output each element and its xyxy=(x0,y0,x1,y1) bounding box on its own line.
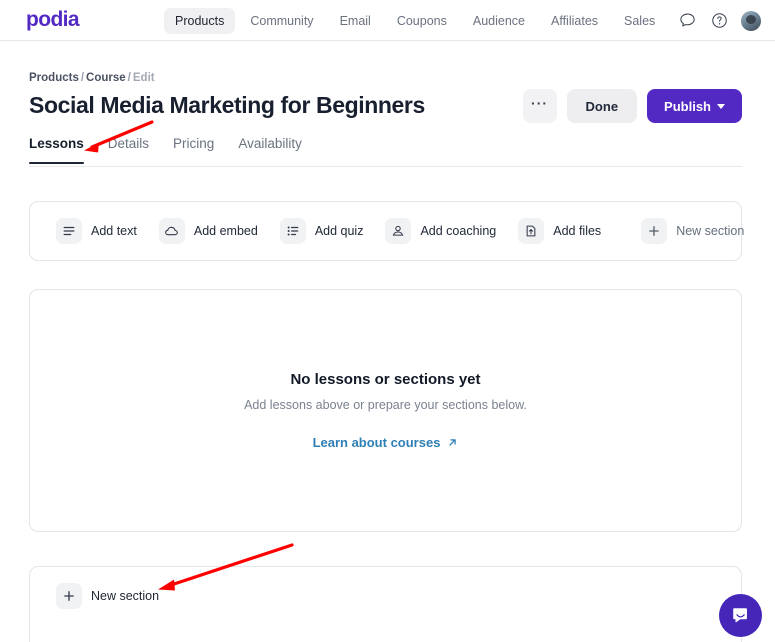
add-embed-button[interactable]: Add embed xyxy=(158,218,258,244)
add-text-button[interactable]: Add text xyxy=(56,218,137,244)
add-files-label: Add files xyxy=(553,224,602,238)
toolbar-new-section-button[interactable]: New section xyxy=(641,218,744,244)
more-options-button[interactable]: ··· xyxy=(522,89,557,123)
toolbar-new-section-label: New section xyxy=(676,224,745,238)
nav-item-products[interactable]: Products xyxy=(164,7,236,34)
breadcrumb-item-edit: Edit xyxy=(132,72,155,84)
file-upload-icon xyxy=(518,218,545,244)
tab-pricing[interactable]: Pricing xyxy=(173,136,214,164)
add-coaching-label: Add coaching xyxy=(420,224,497,238)
bottom-new-section-card: New section xyxy=(29,566,742,642)
chevron-down-icon xyxy=(717,104,725,109)
chat-widget-button[interactable] xyxy=(719,594,762,637)
nav-item-coupons[interactable]: Coupons xyxy=(386,8,458,34)
nav-item-community[interactable]: Community xyxy=(239,8,324,34)
add-quiz-button[interactable]: Add quiz xyxy=(279,218,364,244)
nav-item-audience[interactable]: Audience xyxy=(462,8,536,34)
tab-details[interactable]: Details xyxy=(108,136,149,164)
lessons-empty-state: No lessons or sections yet Add lessons a… xyxy=(29,289,742,532)
tab-lessons[interactable]: Lessons xyxy=(29,136,84,164)
page-title: Social Media Marketing for Beginners xyxy=(29,92,425,118)
external-arrow-icon xyxy=(447,437,458,448)
breadcrumb-item-course[interactable]: Course xyxy=(86,72,126,84)
breadcrumb: Products / Course / Edit xyxy=(29,72,155,85)
chat-bubble-icon[interactable] xyxy=(677,11,697,31)
nav-item-email[interactable]: Email xyxy=(329,8,382,34)
main-nav: Products Community Email Coupons Audienc… xyxy=(164,0,666,41)
header-actions: ··· Done Publish xyxy=(522,89,742,123)
avatar[interactable] xyxy=(741,10,761,31)
breadcrumb-separator: / xyxy=(127,72,131,84)
add-coaching-button[interactable]: Add coaching xyxy=(385,218,496,244)
cloud-icon xyxy=(158,218,185,244)
bottom-new-section-label: New section xyxy=(91,588,160,603)
nav-item-sales[interactable]: Sales xyxy=(613,8,666,34)
app-page: podia Products Community Email Coupons A… xyxy=(0,0,775,642)
publish-button-label: Publish xyxy=(664,98,711,114)
add-text-label: Add text xyxy=(91,224,137,238)
tabs-divider xyxy=(29,166,742,167)
breadcrumb-item-products[interactable]: Products xyxy=(29,72,79,84)
product-tabs: Lessons Details Pricing Availability xyxy=(29,136,302,164)
breadcrumb-separator: / xyxy=(80,72,85,84)
help-circle-icon[interactable] xyxy=(709,11,729,31)
learn-about-courses-link[interactable]: Learn about courses xyxy=(313,435,459,450)
learn-about-courses-label: Learn about courses xyxy=(312,435,441,450)
nav-item-affiliates[interactable]: Affiliates xyxy=(540,8,609,34)
add-embed-label: Add embed xyxy=(193,224,258,238)
list-icon xyxy=(279,218,306,244)
publish-button[interactable]: Publish xyxy=(647,89,742,123)
person-icon xyxy=(385,218,412,244)
top-navigation-bar: podia Products Community Email Coupons A… xyxy=(0,0,775,41)
lines-icon xyxy=(56,218,82,244)
tab-availability[interactable]: Availability xyxy=(238,136,302,164)
lesson-toolbar: Add text Add embed Add quiz Add coaching… xyxy=(29,201,744,261)
bottom-new-section-button[interactable]: New section xyxy=(56,582,160,609)
add-quiz-label: Add quiz xyxy=(314,224,364,238)
add-files-button[interactable]: Add files xyxy=(518,218,601,244)
empty-state-title: No lessons or sections yet xyxy=(290,371,481,388)
plus-icon xyxy=(56,582,82,609)
plus-icon xyxy=(641,218,668,244)
messenger-icon xyxy=(730,605,752,627)
nav-utility-icons xyxy=(677,0,761,41)
done-button[interactable]: Done xyxy=(566,89,638,123)
podia-logo[interactable]: podia xyxy=(26,9,80,31)
empty-state-subtitle: Add lessons above or prepare your sectio… xyxy=(244,398,527,412)
